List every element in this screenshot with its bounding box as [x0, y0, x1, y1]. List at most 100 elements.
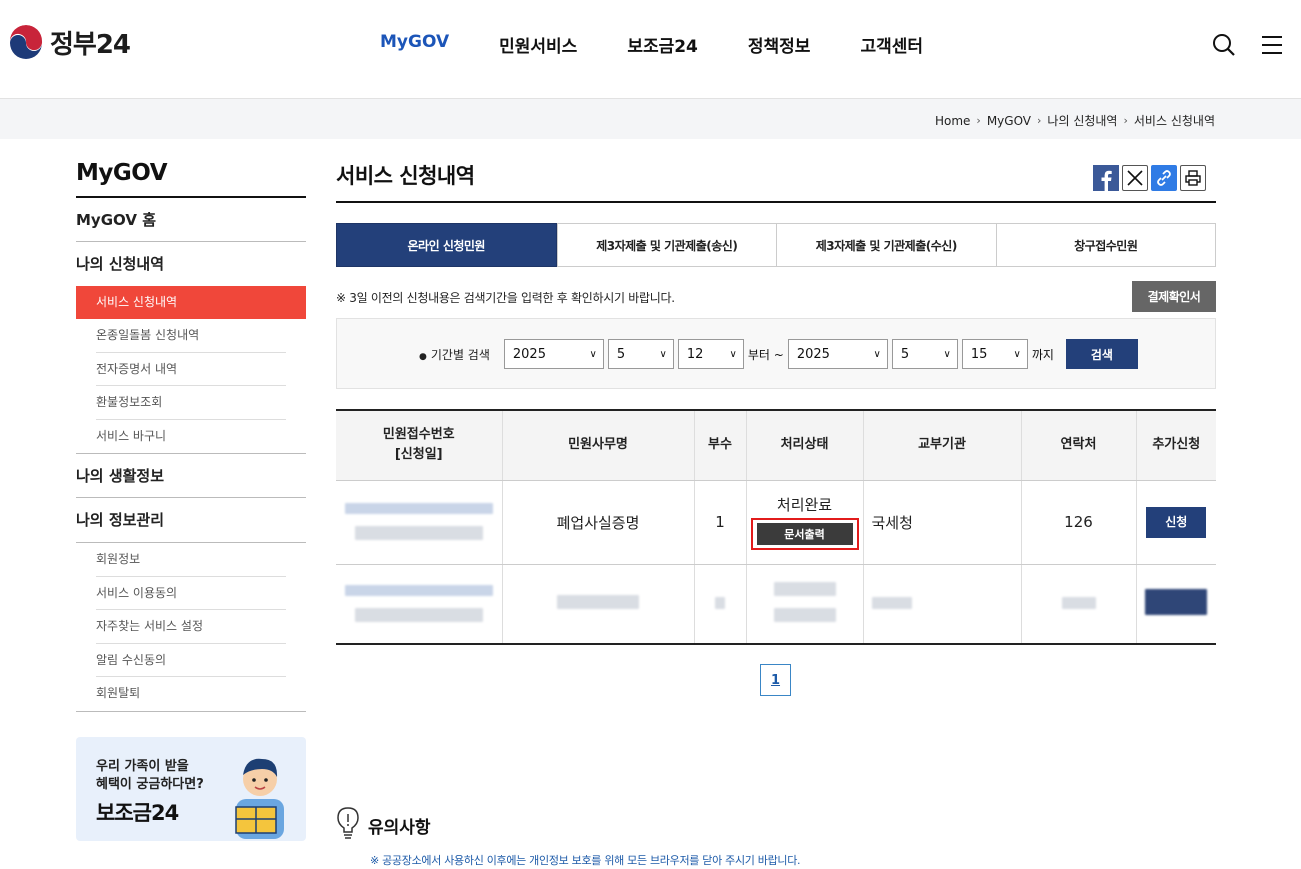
sidebar-item-service-basket[interactable]: 서비스 바구니 — [96, 420, 286, 454]
nav-mygov[interactable]: MyGOV — [380, 32, 449, 57]
document-print-button[interactable]: 문서출력 — [756, 523, 853, 545]
banner-line1: 우리 가족이 받을 — [96, 759, 189, 774]
to-day-select[interactable]: 15 ∨ — [961, 339, 1028, 369]
sidebar-submenu-applications: 서비스 신청내역 온종일돌봄 신청내역 전자증명서 내역 환불정보조회 서비스 … — [76, 286, 306, 454]
sidebar-item-mygov-home[interactable]: MyGOV 홈 — [76, 198, 306, 242]
status-cell: 처리완료 문서출력 — [745, 480, 863, 565]
from-month-select[interactable]: 5 ∨ — [607, 339, 674, 369]
pagination-page-1[interactable]: 1 — [760, 664, 791, 696]
application-table: 민원접수번호 [신청일] 민원사무명 부수 처리상태 교부기관 연락처 추가신청 … — [336, 409, 1216, 645]
redacted-print-button — [773, 607, 836, 622]
from-month-value: 5 — [616, 346, 626, 362]
service-name-cell: 폐업사실증명 — [501, 480, 694, 565]
tab-online-applications[interactable]: 온라인 신청민원 — [336, 223, 557, 267]
col-status: 처리상태 — [745, 410, 863, 481]
redacted-apply-date — [354, 607, 483, 622]
to-year-value: 2025 — [796, 346, 830, 362]
breadcrumb-my-applications[interactable]: 나의 신청내역 — [1047, 112, 1117, 129]
col-issuing-agency: 교부기관 — [862, 410, 1021, 481]
nav-civil-services[interactable]: 민원서비스 — [499, 32, 577, 57]
chevron-down-icon: ∨ — [943, 348, 951, 360]
sidebar-item-withdraw[interactable]: 회원탈퇴 — [96, 677, 286, 711]
period-search-box: ● 기간별 검색 2025 ∨ 5 ∨ 12 ∨ 부터 ~ 2025 ∨ 5 ∨ 15 ∨ 까… — [336, 318, 1216, 389]
to-day-value: 15 — [970, 346, 988, 362]
agency-cell: 국세청 — [862, 480, 1021, 565]
caution-section: 유의사항 — [336, 806, 431, 844]
from-day-value: 12 — [686, 346, 704, 362]
contact-cell — [1020, 564, 1136, 645]
sidebar-item-favorite-services[interactable]: 자주찾는 서비스 설정 — [96, 610, 286, 644]
redacted-receipt-number — [344, 584, 493, 596]
additional-apply-button[interactable]: 신청 — [1146, 506, 1207, 538]
from-year-value: 2025 — [512, 346, 546, 362]
chevron-down-icon: ∨ — [1013, 348, 1021, 360]
col-receipt-number-label: 민원접수번호 — [382, 427, 455, 443]
sidebar-item-allday-care[interactable]: 온종일돌봄 신청내역 — [96, 319, 286, 353]
status-text: 처리완료 — [776, 496, 833, 514]
sidebar-item-my-life-info[interactable]: 나의 생활정보 — [76, 454, 306, 498]
character-with-gift-illustration — [235, 758, 284, 839]
col-apply-date-label: [신청일] — [394, 447, 443, 463]
col-service-name: 민원사무명 — [501, 410, 694, 481]
tab-counter-applications[interactable]: 창구접수민원 — [995, 224, 1216, 266]
site-logo[interactable]: 정부24 — [8, 24, 131, 61]
payment-confirmation-button[interactable]: 결제확인서 — [1132, 281, 1216, 312]
print-icon[interactable] — [1180, 165, 1206, 191]
sidebar-item-my-applications[interactable]: 나의 신청내역 — [76, 242, 306, 286]
apply-cell: 신청 — [1135, 480, 1216, 565]
sidebar-title: MyGOV — [76, 160, 306, 198]
hamburger-menu-icon[interactable] — [1259, 32, 1285, 58]
agency-cell — [862, 564, 1021, 645]
col-contact: 연락처 — [1020, 410, 1136, 481]
breadcrumb-bar: Home › MyGOV › 나의 신청내역 › 서비스 신청내역 — [0, 99, 1301, 139]
breadcrumb-home[interactable]: Home — [935, 114, 970, 128]
sidebar-item-member-info[interactable]: 회원정보 — [96, 543, 286, 577]
tab-third-party-sent[interactable]: 제3자제출 및 기관제출(송신) — [556, 224, 777, 266]
sidebar-item-service-consent[interactable]: 서비스 이용동의 — [96, 577, 286, 610]
contact-cell: 126 — [1020, 480, 1136, 565]
facebook-icon[interactable] — [1093, 165, 1119, 191]
share-toolbar — [1093, 165, 1206, 191]
sidebar-submenu-info: 회원정보 서비스 이용동의 자주찾는 서비스 설정 알림 수신동의 회원탈퇴 — [76, 542, 306, 712]
nav-subsidy24[interactable]: 보조금24 — [627, 32, 698, 57]
main-nav: MyGOV 민원서비스 보조금24 정책정보 고객센터 — [380, 32, 973, 57]
tab-third-party-received[interactable]: 제3자제출 및 기관제출(수신) — [776, 224, 996, 266]
sidebar-item-my-info-management[interactable]: 나의 정보관리 — [76, 498, 306, 542]
title-divider — [336, 201, 1216, 203]
x-icon[interactable] — [1122, 165, 1148, 191]
chevron-down-icon: ∨ — [659, 348, 667, 360]
to-year-select[interactable]: 2025 ∨ — [787, 339, 888, 369]
chevron-down-icon: ∨ — [729, 348, 737, 360]
table-row — [336, 564, 1216, 645]
to-month-value: 5 — [900, 346, 910, 362]
search-button[interactable]: 검색 — [1065, 339, 1138, 369]
breadcrumb-mygov[interactable]: MyGOV — [987, 114, 1031, 128]
chevron-right-icon: › — [976, 114, 981, 127]
page-title: 서비스 신청내역 — [336, 164, 475, 188]
lightbulb-icon — [336, 806, 360, 844]
search-icon[interactable] — [1211, 32, 1237, 58]
banner-line2: 혜택이 궁금하다면? — [96, 777, 204, 792]
from-year-select[interactable]: 2025 ∨ — [503, 339, 604, 369]
col-copies: 부수 — [693, 410, 746, 481]
redacted-apply-button[interactable] — [1145, 588, 1208, 615]
breadcrumb-current[interactable]: 서비스 신청내역 — [1134, 112, 1215, 129]
nav-customer-center[interactable]: 고객센터 — [860, 32, 923, 57]
sidebar-item-refund-info[interactable]: 환불정보조회 — [96, 386, 286, 420]
sidebar-item-e-certificates[interactable]: 전자증명서 내역 — [96, 353, 286, 386]
link-icon[interactable] — [1151, 165, 1177, 191]
header-icons — [1211, 32, 1285, 58]
service-name-cell — [501, 564, 694, 645]
period-search-row: ● 기간별 검색 2025 ∨ 5 ∨ 12 ∨ 부터 ~ 2025 ∨ 5 ∨ 15 ∨ 까… — [419, 339, 1138, 369]
subsidy24-banner[interactable]: 우리 가족이 받을 혜택이 궁금하다면? 보조금24 — [76, 737, 306, 841]
sidebar-item-notification-consent[interactable]: 알림 수신동의 — [96, 644, 286, 677]
sidebar-item-service-applications[interactable]: 서비스 신청내역 — [76, 286, 306, 319]
highlight-box: 문서출력 — [750, 518, 859, 550]
from-day-select[interactable]: 12 ∨ — [677, 339, 744, 369]
status-cell — [745, 564, 863, 645]
table-row: 폐업사실증명 1 처리완료 문서출력 국세청 126 신청 — [336, 480, 1216, 565]
col-receipt-number: 민원접수번호 [신청일] — [336, 410, 502, 481]
to-month-select[interactable]: 5 ∨ — [891, 339, 958, 369]
nav-policy-info[interactable]: 정책정보 — [748, 32, 811, 57]
redacted-status — [773, 581, 836, 596]
